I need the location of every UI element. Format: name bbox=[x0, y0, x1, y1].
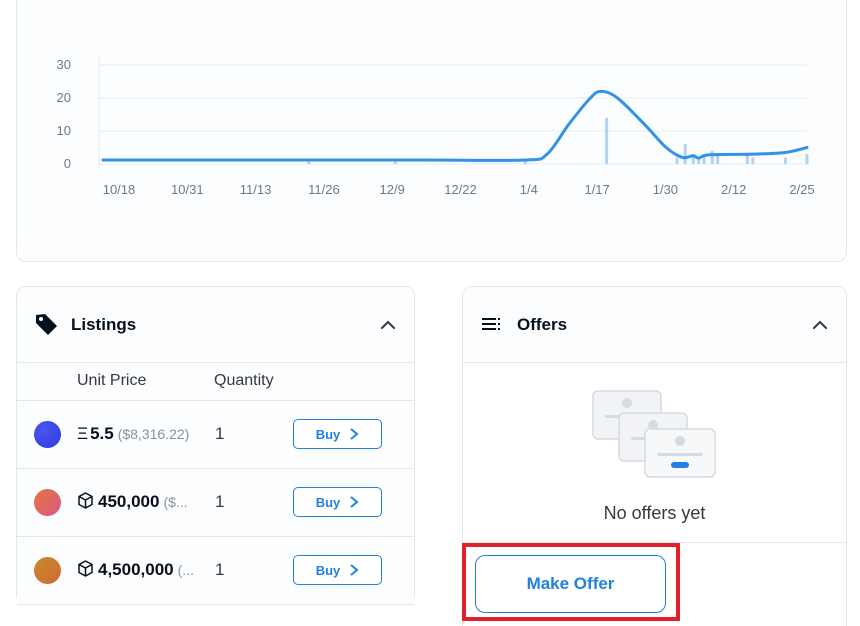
unit-price: 4,500,000 (... bbox=[77, 560, 194, 580]
empty-offers-illustration-icon bbox=[592, 390, 716, 478]
volume-bar bbox=[751, 157, 755, 164]
volume-bar bbox=[393, 161, 397, 164]
quantity: 1 bbox=[215, 492, 225, 511]
x-tick-label: 1/17 bbox=[584, 182, 609, 197]
chevron-right-icon bbox=[350, 496, 359, 508]
seller-avatar bbox=[34, 489, 61, 516]
volume-bar bbox=[683, 144, 687, 164]
seller-avatar bbox=[34, 421, 61, 448]
listings-title: Listings bbox=[71, 315, 137, 334]
y-tick-label: 10 bbox=[57, 123, 71, 138]
x-tick-label: 12/22 bbox=[444, 182, 477, 197]
x-tick-label: 1/4 bbox=[520, 182, 538, 197]
chevron-up-icon[interactable] bbox=[812, 317, 828, 333]
unit-price: Ξ 5.5 ($8,316.22) bbox=[77, 424, 190, 443]
make-offer-button[interactable]: Make Offer bbox=[475, 555, 666, 613]
listings-header[interactable]: Listings bbox=[17, 287, 414, 363]
buy-button[interactable]: Buy bbox=[293, 419, 382, 449]
volume-bar bbox=[697, 159, 701, 164]
chevron-up-icon[interactable] bbox=[380, 317, 396, 333]
volume-bar bbox=[675, 157, 679, 164]
quantity: 1 bbox=[215, 424, 225, 443]
eth-icon: Ξ bbox=[77, 424, 89, 443]
x-tick-label: 11/26 bbox=[308, 182, 340, 197]
unit-price: 450,000 ($... bbox=[77, 492, 188, 512]
x-tick-label: 12/9 bbox=[380, 182, 405, 197]
y-tick-label: 30 bbox=[57, 57, 71, 72]
no-offers-message: No offers yet bbox=[603, 503, 706, 523]
x-tick-label: 1/30 bbox=[653, 182, 678, 197]
table-row: 4,500,000 (... 1 Buy bbox=[17, 537, 414, 605]
offers-title: Offers bbox=[517, 315, 568, 334]
x-tick-label: 2/25 bbox=[789, 182, 814, 197]
y-tick-label: 0 bbox=[64, 156, 71, 171]
volume-bar bbox=[783, 157, 787, 164]
offers-footer: Make Offer bbox=[463, 542, 846, 626]
buy-button[interactable]: Buy bbox=[293, 487, 382, 517]
listings-panel: Listings Unit Price Quantity Ξ 5.5 ($8,316… bbox=[16, 286, 415, 605]
price-history-panel: 30 20 10 0 10/18 10/31 11/13 11/26 12/9 12/22 1/4 1… bbox=[16, 0, 847, 262]
volume-bar bbox=[605, 117, 609, 164]
volume-bar bbox=[805, 154, 809, 164]
table-row: 450,000 ($... 1 Buy bbox=[17, 469, 414, 537]
unit-price-header: Unit Price bbox=[77, 372, 147, 389]
buy-button[interactable]: Buy bbox=[293, 555, 382, 585]
price-history-chart: 30 20 10 0 10/18 10/31 11/13 11/26 12/9 12/22 1/4 1… bbox=[57, 55, 815, 197]
x-tick-label: 11/13 bbox=[240, 182, 272, 197]
quantity: 1 bbox=[215, 560, 225, 579]
quantity-header: Quantity bbox=[214, 372, 274, 389]
y-tick-label: 20 bbox=[57, 90, 71, 105]
x-tick-label: 10/31 bbox=[171, 182, 204, 197]
x-tick-label: 10/18 bbox=[103, 182, 136, 197]
table-row: Ξ 5.5 ($8,316.22) 1 Buy bbox=[17, 401, 414, 469]
cube-token-icon bbox=[78, 560, 93, 577]
chevron-right-icon bbox=[350, 564, 359, 576]
x-tick-label: 2/12 bbox=[721, 182, 746, 197]
price-tag-icon bbox=[36, 314, 57, 335]
chevron-right-icon bbox=[350, 428, 359, 440]
listings-column-headers: Unit Price Quantity bbox=[17, 363, 414, 401]
volume-bar bbox=[710, 150, 714, 164]
cube-token-icon bbox=[78, 492, 93, 509]
offers-panel: Offers No offers yet Make Offer bbox=[462, 286, 847, 626]
offers-header[interactable]: Offers bbox=[463, 287, 846, 363]
average-price-line bbox=[101, 89, 809, 162]
seller-avatar bbox=[34, 557, 61, 584]
list-icon bbox=[482, 318, 500, 330]
